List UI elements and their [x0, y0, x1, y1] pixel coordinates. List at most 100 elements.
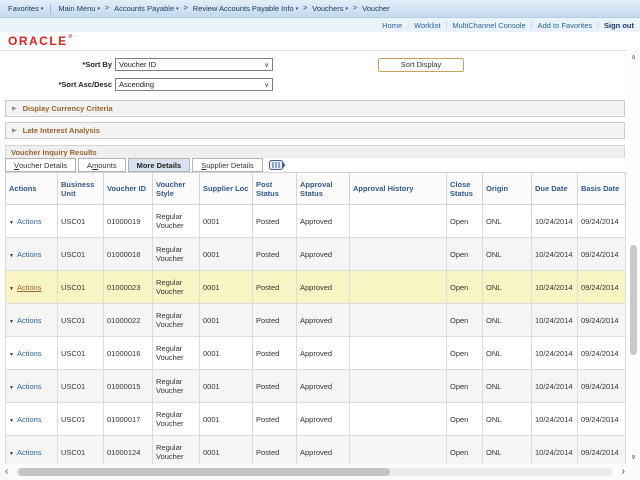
scroll-left-icon[interactable]: ‹ [5, 464, 8, 480]
table-cell: 10/24/2014 [532, 271, 578, 304]
actions-dropdown-icon[interactable]: ▼ [9, 418, 14, 424]
results-title: Voucher Inquiry Results [5, 145, 625, 158]
tab-amounts[interactable]: Amounts [78, 158, 126, 172]
table-cell: 0001 [200, 304, 253, 337]
divider: | [531, 22, 533, 29]
chevron-down-icon: ▾ [346, 6, 349, 12]
table-header-row: ActionsBusiness UnitVoucher IDVoucher St… [6, 173, 626, 205]
table-cell: Approved [297, 205, 350, 238]
scroll-right-icon[interactable]: › [622, 464, 625, 480]
actions-dropdown-icon[interactable]: ▼ [9, 385, 14, 391]
vertical-scroll-thumb[interactable] [630, 245, 637, 355]
favorites-menu[interactable]: Favorites ▾ [8, 4, 43, 13]
breadcrumb-item[interactable]: Accounts Payable▾ [114, 4, 179, 13]
column-header: Voucher Style [153, 173, 200, 205]
actions-dropdown-icon[interactable]: ▼ [9, 220, 14, 226]
section-display-currency-criteria[interactable]: ▶ Display Currency Criteria [5, 100, 625, 117]
table-cell: USC01 [58, 238, 104, 271]
table-cell [350, 337, 447, 370]
table-cell: Posted [253, 205, 297, 238]
table-cell: Approved [297, 304, 350, 337]
divider [50, 4, 51, 14]
table-cell: Open [447, 271, 483, 304]
utility-links: Home|Worklist|MultiChannel Console|Add t… [382, 21, 604, 30]
table-cell: 09/24/2014 [578, 238, 626, 271]
horizontal-scroll-track[interactable] [16, 468, 612, 476]
utility-link[interactable]: Home [382, 21, 402, 30]
table-row: ▼ActionsUSC0101000017Regular Voucher0001… [6, 403, 626, 436]
sort-by-value: Voucher ID [119, 60, 156, 69]
sort-asc-desc-select[interactable]: Ascending ∨ [115, 78, 273, 91]
tab-supplier-details[interactable]: Supplier Details [192, 158, 263, 172]
table-row: ▼ActionsUSC0101000022Regular Voucher0001… [6, 304, 626, 337]
sign-out-link[interactable]: Sign out [604, 21, 634, 30]
actions-cell: ▼Actions [6, 304, 58, 337]
sort-asc-desc-value: Ascending [119, 80, 154, 89]
actions-link[interactable]: Actions [17, 415, 42, 424]
table-cell: Posted [253, 370, 297, 403]
utility-link[interactable]: Add to Favorites [538, 21, 593, 30]
actions-link[interactable]: Actions [17, 316, 42, 325]
actions-dropdown-icon[interactable]: ▼ [9, 352, 14, 358]
sort-direction-row: *Sort Asc/Desc Ascending ∨ [0, 78, 640, 91]
table-row: ▼ActionsUSC0101000018Regular Voucher0001… [6, 238, 626, 271]
table-cell: Open [447, 403, 483, 436]
registered-mark: ® [69, 34, 74, 40]
breadcrumb-item[interactable]: Review Accounts Payable Info▾ [193, 4, 298, 13]
actions-dropdown-icon[interactable]: ▼ [9, 319, 14, 325]
tab-more-details[interactable]: More Details [128, 158, 191, 172]
horizontal-scroll-thumb[interactable] [18, 468, 390, 476]
utility-link[interactable]: Worklist [414, 21, 441, 30]
expand-icon: ▶ [12, 105, 17, 112]
breadcrumb-separator-icon: > [353, 5, 357, 12]
table-cell: Posted [253, 337, 297, 370]
actions-dropdown-icon[interactable]: ▼ [9, 451, 14, 457]
actions-link[interactable]: Actions [17, 250, 42, 259]
vertical-scrollbar[interactable]: ∧ ∨ [627, 50, 640, 464]
actions-link[interactable]: Actions [17, 382, 42, 391]
table-cell: 10/24/2014 [532, 337, 578, 370]
actions-dropdown-icon[interactable]: ▼ [9, 286, 14, 292]
breadcrumb-item[interactable]: Main Menu▾ [58, 4, 100, 13]
column-header: Actions [6, 173, 58, 205]
table-cell: Regular Voucher [153, 304, 200, 337]
scroll-up-icon[interactable]: ∧ [627, 53, 640, 61]
logo-text: ORACLE [8, 34, 68, 48]
sort-by-select[interactable]: Voucher ID ∨ [115, 58, 273, 71]
table-cell: USC01 [58, 370, 104, 403]
table-cell: ONL [483, 271, 532, 304]
breadcrumb-item[interactable]: Voucher [362, 4, 390, 13]
column-header: Basis Date [578, 173, 626, 205]
tab-voucher-details[interactable]: Voucher Details [5, 158, 76, 172]
table-cell: Posted [253, 238, 297, 271]
page-content: *Sort By Voucher ID ∨ Sort Display *Sort… [0, 58, 640, 472]
table-cell: 01000023 [104, 271, 153, 304]
table-cell: USC01 [58, 403, 104, 436]
utility-link[interactable]: MultiChannel Console [452, 21, 525, 30]
actions-link[interactable]: Actions [17, 349, 42, 358]
sort-display-button[interactable]: Sort Display [378, 58, 464, 72]
show-all-columns-icon[interactable] [269, 158, 286, 172]
breadcrumb-item[interactable]: Vouchers▾ [312, 4, 348, 13]
section-late-interest-analysis[interactable]: ▶ Late Interest Analysis [5, 122, 625, 139]
actions-cell: ▼Actions [6, 403, 58, 436]
table-cell: 09/24/2014 [578, 370, 626, 403]
table-cell: 0001 [200, 370, 253, 403]
actions-cell: ▼Actions [6, 271, 58, 304]
table-cell: 10/24/2014 [532, 238, 578, 271]
scroll-down-icon[interactable]: ∨ [627, 453, 640, 461]
breadcrumb-separator-icon: > [184, 5, 188, 12]
actions-link[interactable]: Actions [17, 217, 42, 226]
table-cell: Open [447, 304, 483, 337]
table-cell: 10/24/2014 [532, 304, 578, 337]
actions-link[interactable]: Actions [17, 448, 42, 457]
table-cell: 09/24/2014 [578, 271, 626, 304]
actions-cell: ▼Actions [6, 370, 58, 403]
actions-dropdown-icon[interactable]: ▼ [9, 253, 14, 259]
sort-by-label: *Sort By [0, 60, 112, 69]
table-cell [350, 403, 447, 436]
table-cell: 10/24/2014 [532, 205, 578, 238]
horizontal-scrollbar[interactable]: ‹ › [0, 464, 640, 480]
actions-link[interactable]: Actions [17, 283, 42, 292]
table-cell: USC01 [58, 337, 104, 370]
